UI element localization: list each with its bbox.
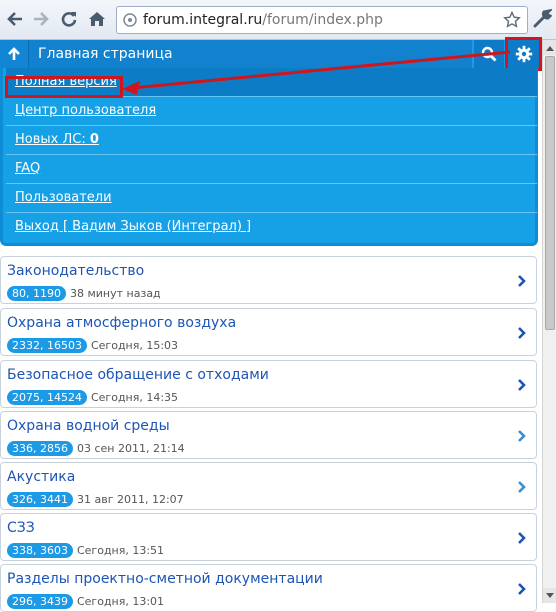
chevron-right-icon[interactable] (517, 326, 527, 340)
last-post-time: 38 минут назад (69, 287, 161, 300)
scroll-up-button[interactable] (543, 40, 556, 55)
chevron-right-icon[interactable] (517, 274, 527, 288)
bookmark-star-icon[interactable] (503, 11, 521, 29)
reload-button[interactable] (58, 8, 80, 30)
scrollbar-thumb[interactable] (545, 56, 555, 330)
forum-meta: 296, 3439 Сегодня, 13:01 (7, 594, 164, 609)
forward-button[interactable] (30, 8, 52, 30)
address-bar[interactable]: forum.integral.ru/forum/index.php (116, 6, 528, 34)
forum-row[interactable]: Охрана водной среды 336, 2856 03 сен 2011… (0, 411, 537, 459)
forum-title[interactable]: СЗЗ (7, 520, 35, 536)
arrow-up-icon (8, 47, 20, 60)
menu-item-new-messages[interactable]: Новых ЛС: 0 (6, 126, 537, 155)
chevron-right-icon[interactable] (517, 429, 527, 443)
annotation-arrow (122, 50, 511, 95)
topic-post-counts: 336, 2856 (7, 441, 73, 456)
vertical-scrollbar[interactable] (542, 40, 556, 603)
annotation-highlight-box (5, 76, 123, 98)
new-messages-label: Новых ЛС: (15, 132, 90, 147)
url-text: forum.integral.ru/forum/index.php (143, 12, 383, 28)
last-post-time: Сегодня, 15:03 (90, 339, 179, 352)
last-post-time: Сегодня, 14:35 (90, 391, 179, 404)
menu-item-users[interactable]: Пользователи (6, 184, 537, 213)
forum-meta: 2075, 14524 Сегодня, 14:35 (7, 390, 178, 405)
topic-post-counts: 80, 1190 (7, 286, 66, 301)
page-icon (123, 13, 137, 27)
home-button[interactable] (86, 8, 108, 30)
menu-item-faq[interactable]: FAQ (6, 155, 537, 184)
scroll-down-button[interactable] (543, 588, 556, 603)
forum-meta: 338, 3603 Сегодня, 13:51 (7, 543, 164, 558)
back-button[interactable] (4, 8, 26, 30)
back-arrow-icon (7, 12, 22, 26)
wrench-icon[interactable] (532, 9, 552, 29)
forum-title[interactable]: Законодательство (7, 263, 144, 279)
caret-up-icon (546, 45, 554, 51)
url-host: forum.integral.ru (143, 12, 263, 28)
forum-title[interactable]: Безопасное обращение с отходами (7, 367, 269, 383)
last-post-time: 03 сен 2011, 21:14 (76, 442, 185, 455)
browser-toolbar: forum.integral.ru/forum/index.php (0, 0, 556, 40)
topic-post-counts: 326, 3441 (7, 492, 73, 507)
forward-arrow-icon (34, 12, 49, 26)
caret-down-icon (546, 592, 554, 598)
forum-title[interactable]: Акустика (7, 469, 75, 485)
new-messages-count: 0 (89, 132, 99, 147)
forum-meta: 326, 3441 31 авг 2011, 12:07 (7, 492, 184, 507)
topic-post-counts: 2332, 16503 (7, 338, 87, 353)
chevron-right-icon[interactable] (517, 582, 527, 596)
menu-item-user-center[interactable]: Центр пользователя (6, 97, 537, 126)
chevron-right-icon[interactable] (517, 480, 527, 494)
forum-title[interactable]: Разделы проектно-сметной документации (7, 571, 323, 587)
forum-row[interactable]: Охрана атмосферного воздуха 2332, 16503 С… (0, 308, 537, 356)
last-post-time: Сегодня, 13:51 (76, 544, 165, 557)
forum-title[interactable]: Охрана водной среды (7, 418, 170, 434)
last-post-time: Сегодня, 13:01 (76, 595, 165, 608)
forum-row[interactable]: Законодательство 80, 1190 38 минут назад (0, 256, 537, 304)
forum-meta: 336, 2856 03 сен 2011, 21:14 (7, 441, 185, 456)
forum-row[interactable]: Безопасное обращение с отходами 2075, 14… (0, 360, 537, 408)
home-icon (89, 12, 105, 26)
forum-meta: 80, 1190 38 минут назад (7, 286, 161, 301)
forum-title[interactable]: Охрана атмосферного воздуха (7, 315, 236, 331)
chevron-right-icon[interactable] (517, 378, 527, 392)
reload-icon (61, 12, 77, 27)
chevron-right-icon[interactable] (517, 531, 527, 545)
forum-row[interactable]: Акустика 326, 3441 31 авг 2011, 12:07 (0, 462, 537, 510)
forum-row[interactable]: Разделы проектно-сметной документации 29… (0, 564, 537, 612)
forum-row[interactable]: СЗЗ 338, 3603 Сегодня, 13:51 (0, 513, 537, 561)
topic-post-counts: 338, 3603 (7, 543, 73, 558)
topic-post-counts: 296, 3439 (7, 594, 73, 609)
up-button[interactable] (0, 40, 29, 68)
topic-post-counts: 2075, 14524 (7, 390, 87, 405)
forum-meta: 2332, 16503 Сегодня, 15:03 (7, 338, 178, 353)
url-path: /forum/index.php (262, 12, 383, 28)
menu-item-logout[interactable]: Выход [ Вадим Зыков (Интеграл) ] (6, 213, 537, 242)
last-post-time: 31 авг 2011, 12:07 (76, 493, 184, 506)
